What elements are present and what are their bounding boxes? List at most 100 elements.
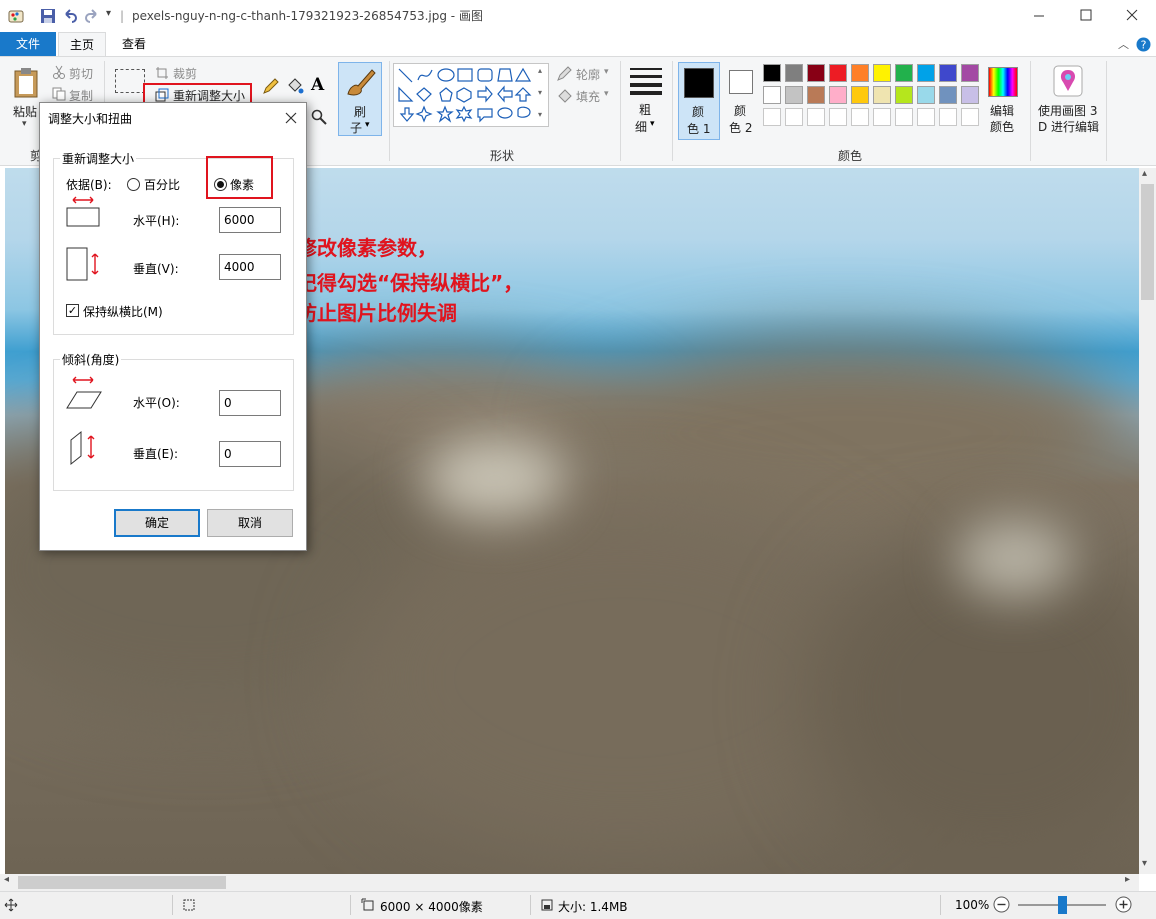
shapes-expand-icon[interactable]: ▾ [538,110,542,119]
fill-button[interactable]: 填充 [576,88,600,105]
keep-ratio-checkbox[interactable]: ✓ [66,304,79,317]
cut-button[interactable]: 剪切 [69,65,93,82]
copy-icon [52,87,66,101]
color-swatch[interactable] [917,86,935,104]
horizontal-scrollbar[interactable]: ◂ ▸ [0,874,1139,891]
shapes-scroll-up-icon[interactable]: ▴ [538,66,542,75]
tab-home[interactable]: 主页 [58,32,106,57]
pixels-label[interactable]: 像素 [230,176,254,193]
tab-file[interactable]: 文件 [0,32,56,56]
empty-color-slot[interactable] [873,108,891,126]
color-swatch[interactable] [961,86,979,104]
outline-dropdown-icon[interactable]: ▾ [604,67,609,77]
dialog-close-icon[interactable] [285,112,297,124]
scroll-left-icon[interactable]: ◂ [4,874,9,885]
vertical-scroll-thumb[interactable] [1141,184,1154,300]
empty-color-slot[interactable] [763,108,781,126]
shapes-gallery[interactable]: ▴ ▾ ▾ [393,63,549,127]
empty-color-slot[interactable] [917,108,935,126]
maximize-icon[interactable] [1080,9,1092,21]
percent-radio[interactable] [127,178,140,191]
customize-qat-icon[interactable]: ▾ [106,8,111,19]
color-swatch[interactable] [829,64,847,82]
vertical-input[interactable]: 4000 [219,254,281,280]
color2-button[interactable]: 颜 色 2 [722,62,762,140]
scroll-right-icon[interactable]: ▸ [1125,874,1130,885]
ok-button[interactable]: 确定 [114,509,200,537]
empty-color-slot[interactable] [961,108,979,126]
collapse-ribbon-icon[interactable]: ︿ [1118,36,1129,52]
brush-button[interactable]: 刷 子 ▾ [338,62,382,136]
paste-icon[interactable] [12,67,42,99]
skew-horizontal-input[interactable]: 0 [219,390,281,416]
empty-color-slot[interactable] [895,108,913,126]
redo-icon[interactable] [84,8,100,24]
paste-dropdown-icon[interactable]: ▾ [22,119,27,129]
vertical-label: 垂直(V): [133,262,179,276]
color-swatch[interactable] [939,86,957,104]
crop-button[interactable]: 裁剪 [173,65,197,82]
paint-app-icon[interactable] [8,8,26,24]
empty-color-slot[interactable] [939,108,957,126]
scroll-down-icon[interactable]: ▾ [1142,858,1147,869]
color-swatch[interactable] [763,86,781,104]
color-swatch[interactable] [873,64,891,82]
color-swatch[interactable] [851,64,869,82]
minimize-icon[interactable] [1033,10,1045,22]
scroll-up-icon[interactable]: ▴ [1142,168,1147,179]
save-icon[interactable] [40,8,56,24]
empty-color-slot[interactable] [851,108,869,126]
color-swatch[interactable] [807,86,825,104]
paint3d-label-2[interactable]: D 进行编辑 [1038,118,1099,135]
undo-icon[interactable] [62,8,78,24]
text-tool-icon[interactable]: A [311,75,324,95]
empty-color-slot[interactable] [785,108,803,126]
color-swatch[interactable] [763,64,781,82]
shapes-scroll-down-icon[interactable]: ▾ [538,88,542,97]
color-swatch[interactable] [917,64,935,82]
color-swatch[interactable] [785,64,803,82]
edit-colors-label-2[interactable]: 颜色 [990,118,1014,135]
color-swatch[interactable] [939,64,957,82]
edit-colors-icon[interactable] [988,67,1018,97]
color-swatch[interactable] [851,86,869,104]
line-size-icon[interactable] [630,67,662,95]
cancel-button[interactable]: 取消 [207,509,293,537]
select-icon[interactable] [115,69,145,93]
size-dropdown-icon[interactable]: ▾ [650,119,655,129]
pixels-radio[interactable] [214,178,227,191]
percent-label[interactable]: 百分比 [144,176,180,193]
horizontal-input[interactable]: 6000 [219,207,281,233]
color-swatch[interactable] [961,64,979,82]
tab-view[interactable]: 查看 [110,32,158,56]
horizontal-skew-icon [66,376,102,409]
close-icon[interactable] [1126,9,1138,21]
zoom-slider-thumb[interactable] [1058,896,1067,914]
skew-vertical-input[interactable]: 0 [219,441,281,467]
color-swatch[interactable] [873,86,891,104]
color-swatch[interactable] [829,86,847,104]
help-icon[interactable]: ? [1136,37,1151,52]
paint3d-label-1[interactable]: 使用画图 3 [1038,102,1097,119]
color-swatch[interactable] [785,86,803,104]
pencil-icon[interactable] [262,77,280,95]
horizontal-scroll-thumb[interactable] [18,876,226,889]
empty-color-slot[interactable] [807,108,825,126]
zoom-out-icon[interactable] [993,896,1010,913]
color-swatch[interactable] [895,64,913,82]
color-swatch[interactable] [895,86,913,104]
horizontal-label: 水平(H): [133,214,180,228]
color-swatch[interactable] [807,64,825,82]
keep-ratio-label[interactable]: 保持纵横比(M) [83,303,163,320]
empty-color-slot[interactable] [829,108,847,126]
outline-button[interactable]: 轮廓 [576,66,600,83]
fill-dropdown-icon[interactable]: ▾ [604,89,609,99]
zoom-in-icon[interactable] [1115,896,1132,913]
vertical-scrollbar[interactable]: ▴ ▾ [1139,168,1156,874]
fill-bucket-icon[interactable] [286,77,304,95]
magnifier-icon[interactable] [311,109,327,125]
color1-button[interactable]: 颜 色 1 [678,62,720,140]
edit-colors-label-1[interactable]: 编辑 [990,102,1014,119]
paint3d-icon[interactable] [1053,65,1083,97]
paste-label[interactable]: 粘贴 [13,103,37,120]
